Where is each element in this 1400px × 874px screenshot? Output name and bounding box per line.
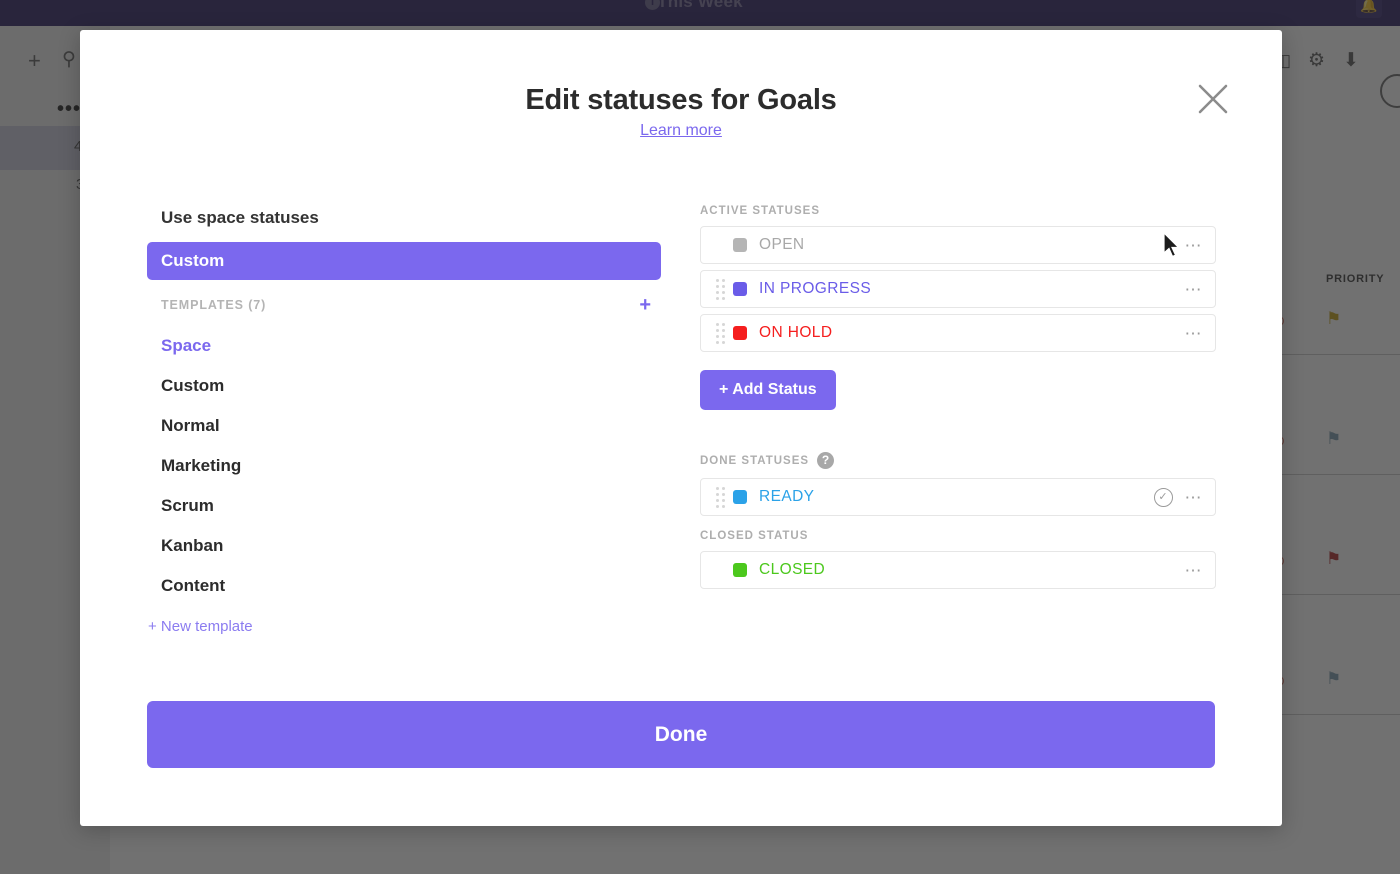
drag-handle-icon[interactable]: [707, 322, 733, 344]
status-name: CLOSED: [759, 561, 826, 578]
done-statuses-section: DONE STATUSES ? READY ✓ ⋯: [700, 452, 1216, 516]
kebab-menu-icon[interactable]: ⋯: [1185, 562, 1204, 579]
status-row-ready[interactable]: READY ✓ ⋯: [700, 478, 1216, 516]
page-title: Edit statuses for Goals: [525, 84, 837, 116]
plus-icon[interactable]: +: [639, 295, 651, 315]
template-item-scrum[interactable]: Scrum: [147, 486, 661, 526]
status-row-closed[interactable]: CLOSED ⋯: [700, 551, 1216, 589]
status-row-open[interactable]: OPEN ⋯: [700, 226, 1216, 264]
drag-handle-icon[interactable]: [707, 486, 733, 508]
template-list: Space Custom Normal Marketing Scrum Kanb…: [147, 326, 661, 606]
status-color-swatch[interactable]: [733, 282, 747, 296]
learn-more-wrap: Learn more: [80, 122, 1282, 140]
circle-check-icon[interactable]: ✓: [1153, 487, 1173, 507]
option-use-space-statuses[interactable]: Use space statuses: [147, 200, 661, 236]
option-custom-selected[interactable]: Custom: [147, 242, 661, 280]
done-button[interactable]: Done: [147, 701, 1215, 768]
learn-more-link[interactable]: Learn more: [640, 122, 722, 139]
template-item-normal[interactable]: Normal: [147, 406, 661, 446]
new-template-button[interactable]: + New template: [147, 618, 661, 635]
active-statuses-label-text: ACTIVE STATUSES: [700, 205, 820, 217]
closed-status-label: CLOSED STATUS: [700, 530, 1216, 542]
template-item-kanban[interactable]: Kanban: [147, 526, 661, 566]
template-item-content[interactable]: Content: [147, 566, 661, 606]
help-icon[interactable]: ?: [817, 452, 835, 469]
kebab-menu-icon[interactable]: ⋯: [1185, 237, 1204, 254]
template-item-marketing[interactable]: Marketing: [147, 446, 661, 486]
templates-label: TEMPLATES (7): [161, 298, 267, 312]
template-item-custom[interactable]: Custom: [147, 366, 661, 406]
active-statuses-label: ACTIVE STATUSES: [700, 205, 1216, 217]
edit-statuses-modal: Edit statuses for Goals Learn more Use s…: [80, 30, 1282, 826]
closed-status-section: CLOSED STATUS CLOSED ⋯: [700, 530, 1216, 589]
add-status-button[interactable]: + Add Status: [700, 370, 836, 410]
status-row-actions: ✓ ⋯: [1153, 487, 1204, 507]
status-name: READY: [759, 488, 815, 505]
close-icon[interactable]: [1196, 82, 1230, 116]
status-color-swatch[interactable]: [733, 326, 747, 340]
status-row-actions: ⋯: [1185, 281, 1204, 298]
kebab-menu-icon[interactable]: ⋯: [1185, 489, 1204, 506]
status-row-on-hold[interactable]: ON HOLD ⋯: [700, 314, 1216, 352]
status-row-actions: ⋯: [1185, 562, 1204, 579]
kebab-menu-icon[interactable]: ⋯: [1185, 281, 1204, 298]
status-name: OPEN: [759, 236, 805, 253]
templates-panel: Use space statuses Custom TEMPLATES (7) …: [147, 200, 661, 635]
status-name: IN PROGRESS: [759, 280, 872, 297]
done-statuses-label: DONE STATUSES ?: [700, 452, 1216, 469]
status-row-in-progress[interactable]: IN PROGRESS ⋯: [700, 270, 1216, 308]
kebab-menu-icon[interactable]: ⋯: [1185, 325, 1204, 342]
statuses-panel: ACTIVE STATUSES OPEN ⋯ IN PROGRESS ⋯ ON …: [700, 205, 1216, 595]
status-color-swatch[interactable]: [733, 563, 747, 577]
status-row-actions: ⋯: [1185, 237, 1204, 254]
status-color-swatch[interactable]: [733, 238, 747, 252]
done-statuses-label-text: DONE STATUSES: [700, 454, 810, 467]
status-color-swatch[interactable]: [733, 490, 747, 504]
closed-status-label-text: CLOSED STATUS: [700, 530, 809, 542]
status-row-actions: ⋯: [1185, 325, 1204, 342]
templates-header: TEMPLATES (7) +: [147, 292, 661, 318]
drag-handle-icon[interactable]: [707, 278, 733, 300]
status-name: ON HOLD: [759, 324, 833, 341]
template-item-space[interactable]: Space: [147, 326, 661, 366]
